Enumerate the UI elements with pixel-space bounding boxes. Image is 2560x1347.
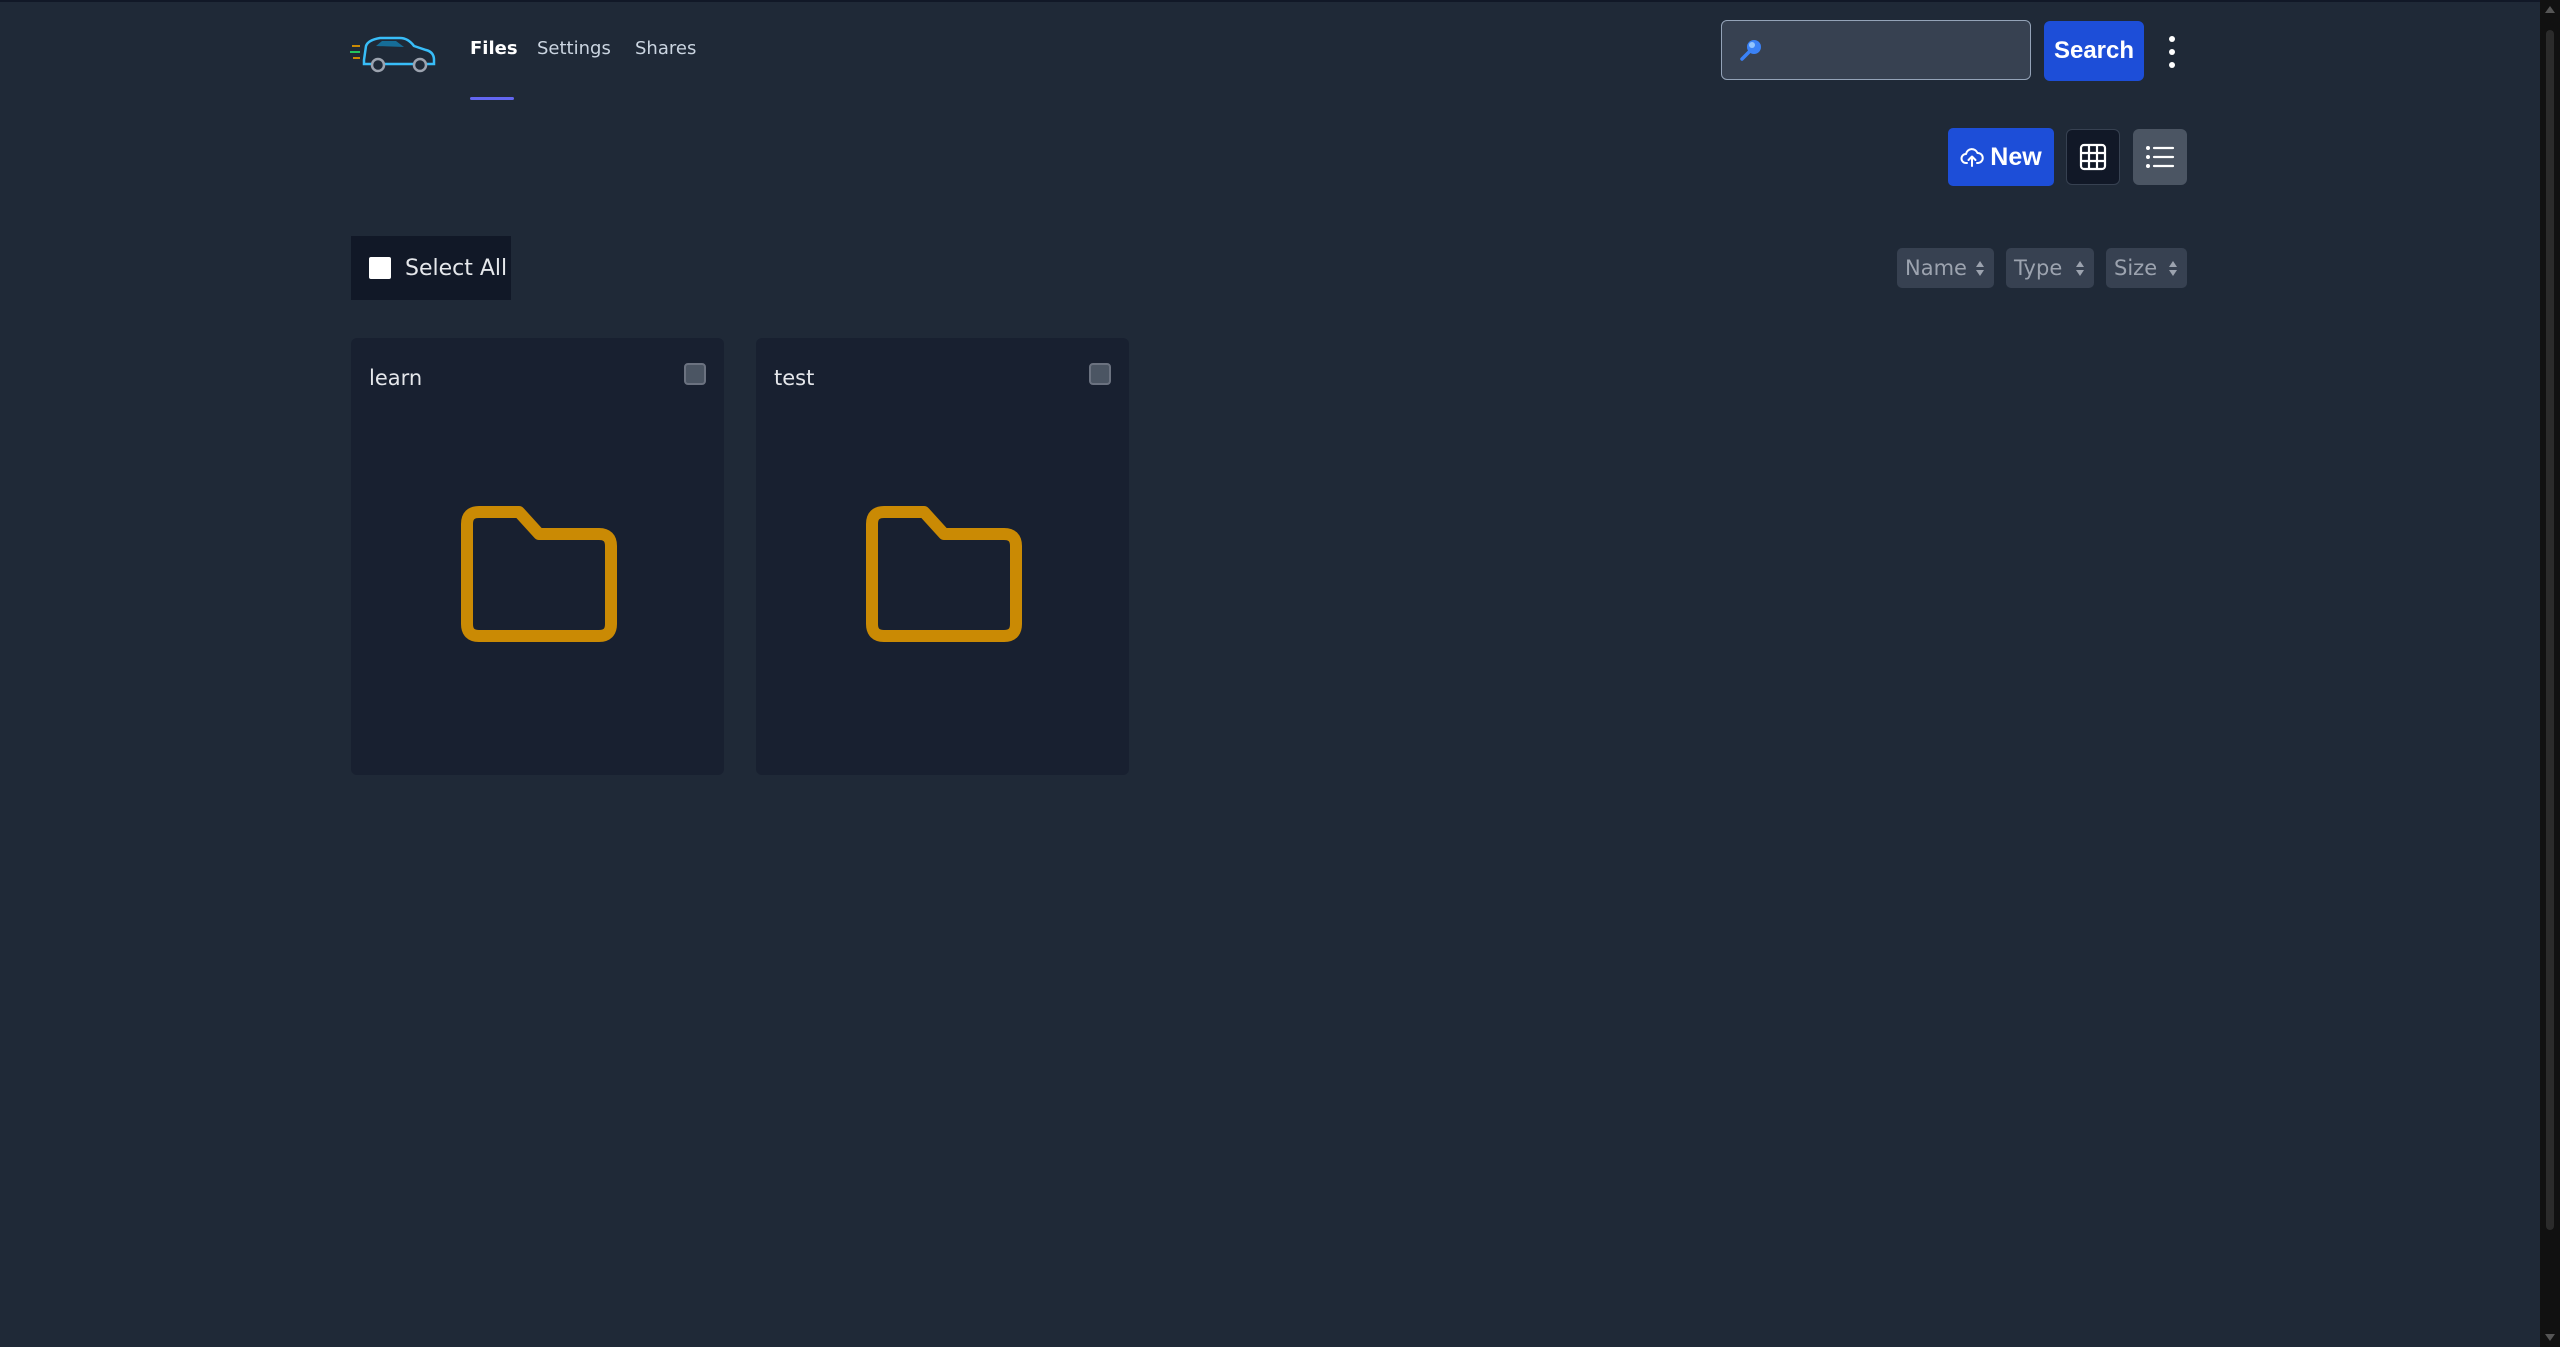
sort-by-name-select[interactable]: Name	[1897, 248, 1994, 288]
select-all-toggle[interactable]: Select All	[351, 236, 511, 300]
page-scrollbar[interactable]	[2540, 0, 2560, 1347]
folder-card[interactable]: test	[756, 338, 1129, 775]
tab-settings[interactable]: Settings	[537, 38, 611, 68]
tab-shares[interactable]: Shares	[635, 38, 696, 68]
folder-icon	[866, 506, 1022, 642]
top-navbar: Files Settings Shares Search	[0, 2, 2540, 102]
active-tab-indicator	[470, 97, 514, 100]
folder-name: learn	[369, 366, 423, 390]
list-icon	[2146, 146, 2175, 168]
sort-type-label: Type	[2014, 256, 2063, 280]
search-button[interactable]: Search	[2044, 21, 2144, 81]
list-view-button[interactable]	[2133, 129, 2187, 185]
select-all-checkbox[interactable]	[369, 257, 391, 279]
more-options-icon[interactable]	[2162, 32, 2182, 72]
scroll-up-icon[interactable]	[2545, 6, 2555, 13]
select-all-label: Select All	[405, 255, 508, 281]
folder-select-checkbox[interactable]	[1089, 363, 1111, 385]
search-input[interactable]	[1764, 38, 2033, 62]
sort-size-label: Size	[2114, 256, 2158, 280]
search-field[interactable]	[1721, 20, 2033, 80]
search-icon	[1740, 40, 1761, 61]
scrollbar-thumb[interactable]	[2546, 30, 2554, 1230]
scroll-down-icon[interactable]	[2545, 1334, 2555, 1341]
folder-icon	[461, 506, 617, 642]
car-logo-icon[interactable]	[350, 30, 436, 74]
sort-by-type-select[interactable]: Type	[2006, 248, 2094, 288]
grid-icon	[2079, 143, 2107, 171]
cloud-upload-icon	[1960, 148, 1985, 167]
sort-by-size-select[interactable]: Size	[2106, 248, 2187, 288]
folder-card[interactable]: learn	[351, 338, 724, 775]
tab-files[interactable]: Files	[470, 38, 518, 68]
new-upload-button[interactable]: New	[1948, 128, 2054, 186]
sort-name-label: Name	[1905, 256, 1967, 280]
grid-view-button[interactable]	[2066, 129, 2120, 185]
sort-arrows-icon	[2076, 259, 2086, 277]
new-button-label: New	[1990, 142, 2042, 171]
sort-arrows-icon	[2169, 259, 2179, 277]
sort-arrows-icon	[1976, 259, 1986, 277]
folder-select-checkbox[interactable]	[684, 363, 706, 385]
folder-name: test	[774, 366, 815, 390]
